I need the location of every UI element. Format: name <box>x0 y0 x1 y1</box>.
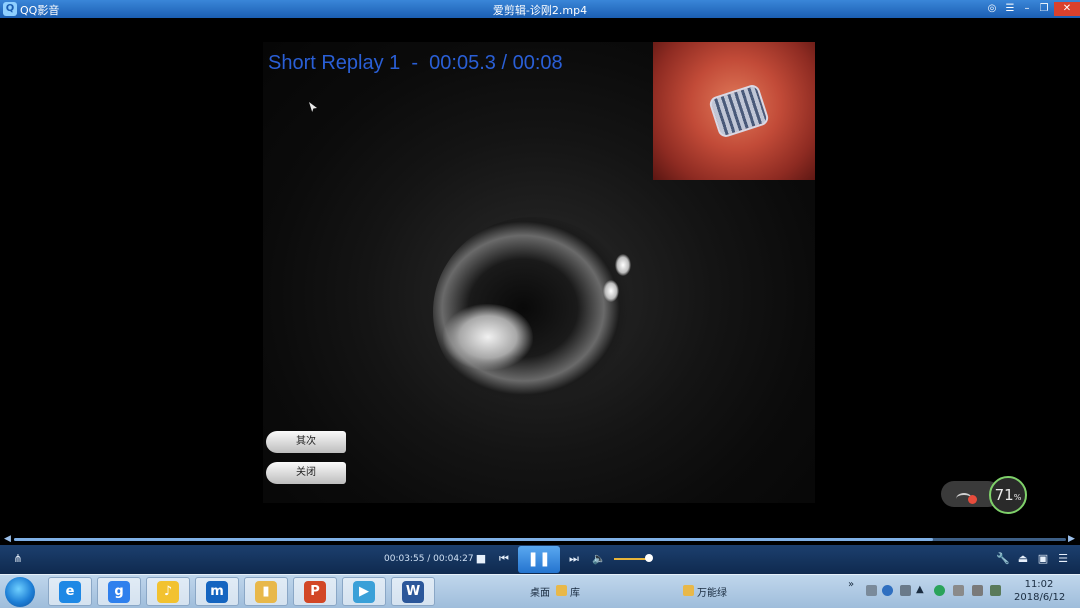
volume-icon[interactable]: 🔈 <box>592 551 606 567</box>
ie-icon: e <box>59 580 81 603</box>
seek-bar[interactable] <box>14 538 1066 541</box>
stop-button[interactable]: ■ <box>474 551 488 567</box>
device-icon[interactable] <box>972 585 983 596</box>
volume-tray-icon[interactable] <box>953 585 964 596</box>
clock-date: 2018/6/12 <box>1014 592 1066 603</box>
show-hidden-icons-icon[interactable]: ▲ <box>916 584 924 595</box>
seek-left-arrow-icon[interactable]: ◀ <box>4 534 11 544</box>
folder-small-icon <box>683 585 694 596</box>
playlist-icon[interactable]: ☰ <box>1056 551 1070 567</box>
qq-music-icon: ♪ <box>157 580 179 603</box>
network-widget[interactable]: 71% <box>941 476 1033 514</box>
volume-knob[interactable] <box>645 554 653 562</box>
title-bar[interactable]: Q QQ影音 爱剪辑-诊刚2.mp4 ◎ ☰ – ❐ ✕ <box>0 0 1080 18</box>
pause-button[interactable]: ❚❚ <box>518 546 560 573</box>
next-button[interactable]: 其次 <box>266 431 346 453</box>
light-reflection <box>603 280 619 302</box>
volume-slider[interactable] <box>614 558 648 560</box>
taskbar-app-baidu[interactable]: g <box>97 577 141 606</box>
powerpoint-icon: P <box>304 580 326 603</box>
instrument-glow <box>443 304 533 370</box>
window-title: 爱剪辑-诊刚2.mp4 <box>492 4 588 17</box>
menu-icon[interactable]: ☰ <box>1002 2 1018 16</box>
minimize-button[interactable]: – <box>1019 2 1035 16</box>
library-icon <box>556 585 567 596</box>
baidu-icon: g <box>108 580 130 603</box>
toolbar-overflow-icon[interactable]: » <box>848 579 854 590</box>
restore-button[interactable]: ❐ <box>1036 2 1052 16</box>
network-percent-unit: % <box>1013 493 1022 502</box>
seek-right-arrow-icon[interactable]: ▶ <box>1068 534 1075 544</box>
taskbar: e g ♪ m ▮ P ▶ W 桌面 库 万能绿 » ▲ 11:02 2018/6/12 <box>0 574 1080 608</box>
screenshot-icon[interactable]: ▣ <box>1036 551 1050 567</box>
taskbar-app-qq-music[interactable]: ♪ <box>146 577 190 606</box>
library-toolbar-label[interactable]: 库 <box>570 584 580 599</box>
video-frame[interactable]: Short Replay 1 - 00:05.3 / 00:08 其次 关闭 <box>263 42 815 503</box>
skin-icon[interactable]: ◎ <box>984 2 1000 16</box>
desktop-toolbar-label[interactable]: 桌面 <box>530 584 550 599</box>
network-tray-icon[interactable] <box>990 585 1001 596</box>
next-track-button[interactable]: ⏭ <box>567 551 581 567</box>
taskbar-app-maxthon[interactable]: m <box>195 577 239 606</box>
help-icon[interactable] <box>882 585 893 596</box>
network-percent-ring: 71% <box>989 476 1027 514</box>
maxthon-icon: m <box>206 580 228 603</box>
control-bar: ⋔ 00:03:55 / 00:04:27 ■ ⏮ ❚❚ ⏭ 🔈 🔧 ⏏ ▣ ☰ <box>0 545 1080 574</box>
taskbar-app-ie[interactable]: e <box>48 577 92 606</box>
word-icon: W <box>402 580 424 603</box>
eject-icon[interactable]: ⏏ <box>1016 551 1030 567</box>
keyboard-icon[interactable] <box>866 585 877 596</box>
light-reflection <box>615 254 631 276</box>
start-button[interactable] <box>5 577 35 607</box>
replay-overlay-text: Short Replay 1 - 00:05.3 / 00:08 <box>268 52 563 74</box>
close-button[interactable]: ✕ <box>1054 2 1080 16</box>
folder-icon: ▮ <box>255 580 277 603</box>
seek-progress <box>14 538 934 541</box>
disconnected-icon <box>968 495 977 504</box>
taskbar-app-word[interactable]: W <box>391 577 435 606</box>
taskbar-app-powerpoint[interactable]: P <box>293 577 337 606</box>
security-icon[interactable] <box>934 585 945 596</box>
pinned-folder-label[interactable]: 万能绿 <box>697 584 727 599</box>
pointer-icon <box>309 102 317 112</box>
clock-time: 11:02 <box>1024 579 1054 590</box>
taskbar-app-folder[interactable]: ▮ <box>244 577 288 606</box>
implant-device <box>707 82 771 140</box>
pen-icon[interactable] <box>900 585 911 596</box>
qq-player-icon: ▶ <box>353 580 375 603</box>
time-display: 00:03:55 / 00:04:27 <box>384 554 474 564</box>
wrench-icon[interactable]: 🔧 <box>996 551 1010 567</box>
close-overlay-button[interactable]: 关闭 <box>266 462 346 484</box>
taskbar-app-qq-player[interactable]: ▶ <box>342 577 386 606</box>
footprint-icon[interactable]: ⋔ <box>10 551 26 567</box>
pip-inset-image <box>653 42 815 180</box>
previous-button[interactable]: ⏮ <box>497 551 511 567</box>
clock[interactable]: 11:02 2018/6/12 <box>1014 578 1066 604</box>
network-percent: 71 <box>994 486 1014 504</box>
